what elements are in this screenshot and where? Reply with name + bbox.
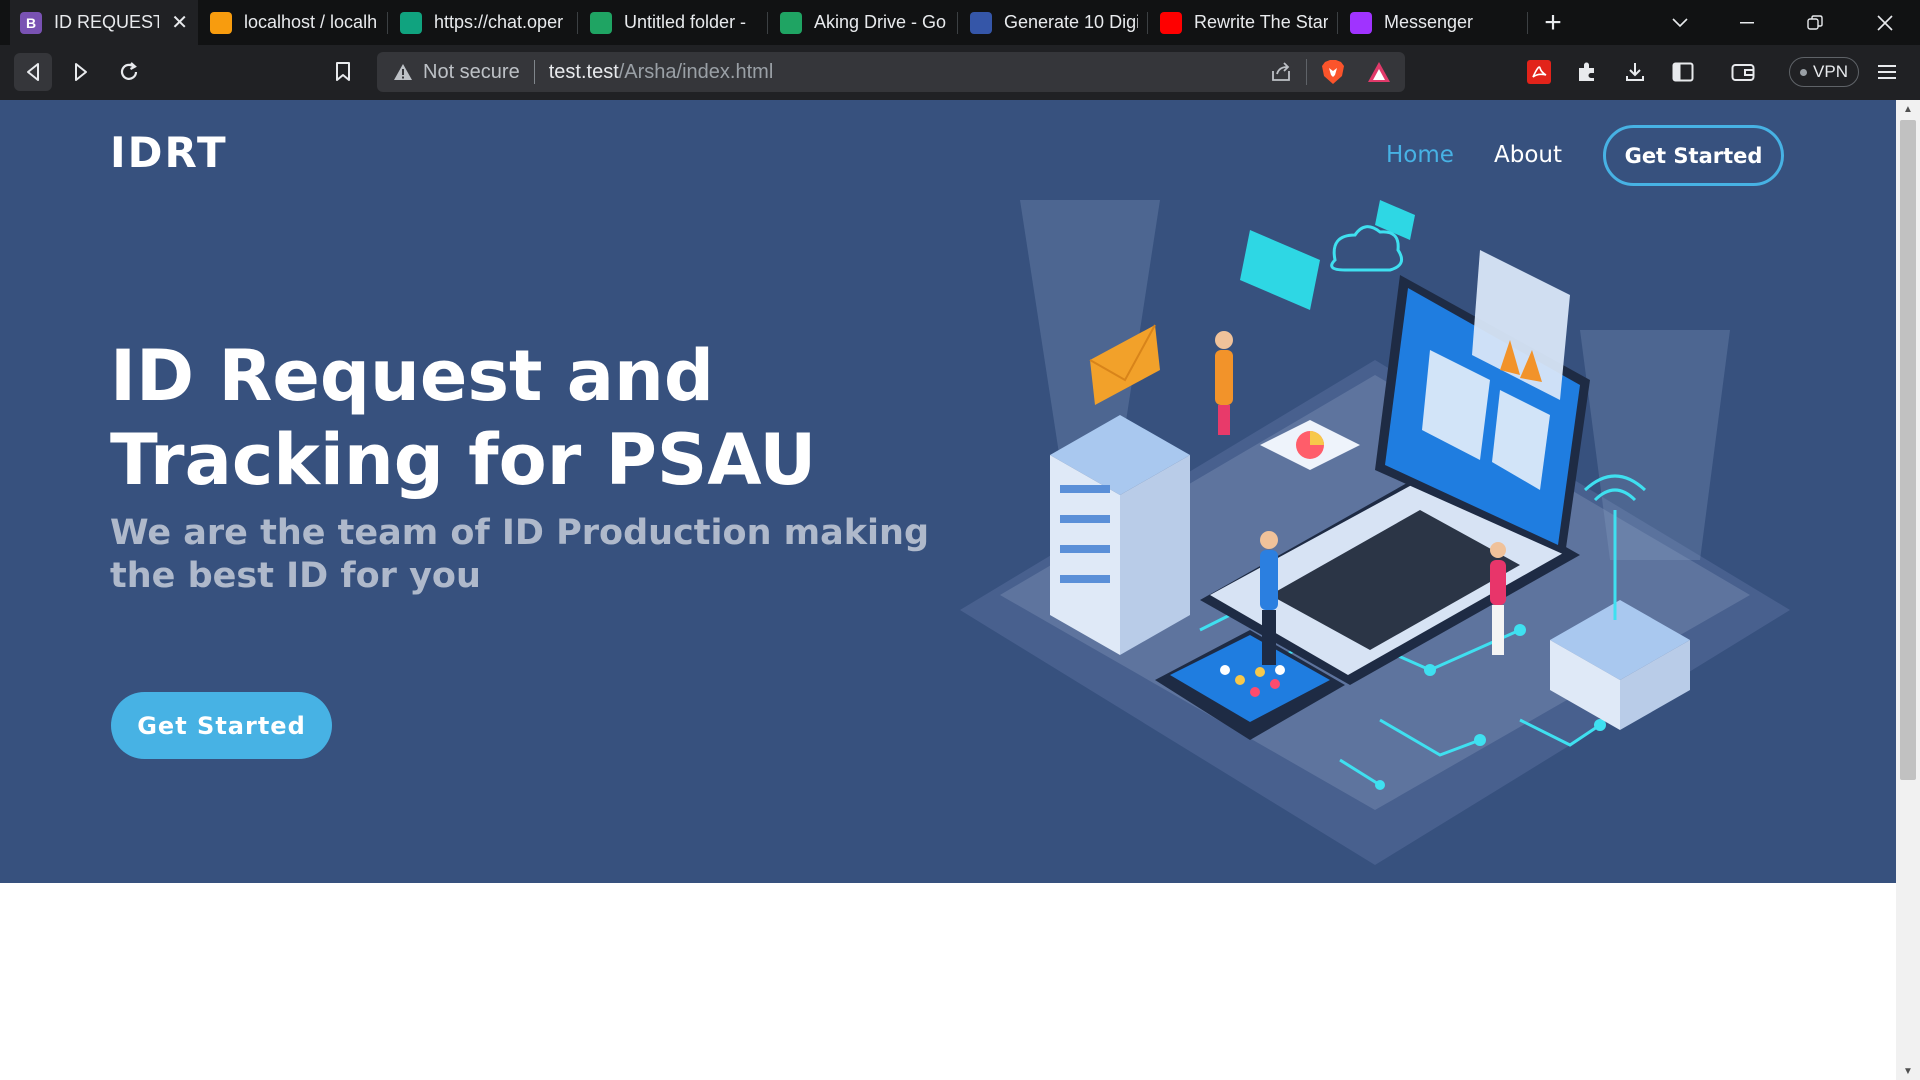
tab-separator bbox=[1337, 12, 1338, 34]
wallet-button[interactable] bbox=[1724, 53, 1762, 91]
hero-get-started-button[interactable]: Get Started bbox=[111, 692, 332, 759]
tab-favicon-icon bbox=[1350, 11, 1372, 34]
tab-favicon-icon bbox=[1160, 11, 1182, 34]
tab-strip: B ID REQUEST ✕ localhost / localh https://ch… bbox=[0, 0, 1920, 45]
browser-toolbar: Not secure test.test /Arsha/index.html V… bbox=[0, 45, 1920, 100]
close-icon bbox=[1877, 14, 1893, 31]
tab-separator bbox=[1147, 12, 1148, 34]
web-page: IDRT Home About Get Started ID Request a… bbox=[0, 100, 1896, 1080]
nav-link-home[interactable]: Home bbox=[1386, 142, 1454, 168]
browser-tab[interactable]: Messenger bbox=[1340, 0, 1528, 45]
tab-separator bbox=[577, 12, 578, 34]
nav-link-about[interactable]: About bbox=[1494, 142, 1562, 168]
hamburger-icon bbox=[1878, 65, 1896, 79]
menu-button[interactable] bbox=[1868, 53, 1906, 91]
hero-subtitle: We are the team of ID Production making … bbox=[110, 513, 929, 596]
scroll-thumb[interactable] bbox=[1900, 120, 1916, 780]
hero-title: ID Request and Tracking for PSAU bbox=[110, 335, 817, 501]
extensions-button[interactable] bbox=[1568, 53, 1606, 91]
minimize-icon bbox=[1740, 21, 1754, 23]
restore-icon bbox=[1807, 14, 1823, 30]
tab-favicon-icon bbox=[590, 11, 612, 34]
tab-search-button[interactable] bbox=[1655, 0, 1705, 45]
minimize-button[interactable] bbox=[1722, 0, 1772, 45]
sidebar-icon bbox=[1672, 62, 1694, 82]
tab-favicon-icon: B bbox=[20, 11, 42, 34]
tab-title: https://chat.oper bbox=[434, 12, 564, 32]
puzzle-icon bbox=[1579, 62, 1594, 81]
reload-icon bbox=[120, 62, 138, 80]
tab-title: Aking Drive - Go bbox=[814, 12, 947, 32]
tab-title: localhost / localh bbox=[244, 12, 378, 32]
page-scrollbar[interactable]: ▲ ▼ bbox=[1896, 100, 1920, 1080]
vpn-status-dot bbox=[1800, 68, 1808, 76]
scroll-down-arrow[interactable]: ▼ bbox=[1896, 1062, 1920, 1080]
hero-illustration bbox=[960, 200, 1790, 865]
download-icon bbox=[1626, 63, 1644, 81]
tab-favicon-icon bbox=[400, 11, 422, 34]
tab-favicon-icon bbox=[780, 11, 802, 34]
sidebar-button[interactable] bbox=[1664, 53, 1702, 91]
acrobat-icon bbox=[1527, 60, 1551, 84]
browser-tab[interactable]: Rewrite The Stars bbox=[1150, 0, 1338, 45]
bookmark-button[interactable] bbox=[324, 53, 362, 91]
tab-title: Untitled folder - bbox=[624, 12, 747, 32]
wallet-icon bbox=[1731, 64, 1755, 81]
brave-lion-icon bbox=[1322, 60, 1344, 84]
address-bar[interactable]: Not secure test.test /Arsha/index.html bbox=[377, 52, 1405, 92]
share-icon bbox=[1272, 62, 1290, 81]
brave-shields-button[interactable] bbox=[1321, 59, 1345, 85]
restore-button[interactable] bbox=[1790, 0, 1840, 45]
back-icon bbox=[27, 63, 39, 81]
browser-tab[interactable]: https://chat.oper bbox=[390, 0, 578, 45]
downloads-button[interactable] bbox=[1616, 53, 1654, 91]
close-window-button[interactable] bbox=[1860, 0, 1910, 45]
pdf-extension-button[interactable] bbox=[1520, 53, 1558, 91]
back-button[interactable] bbox=[14, 53, 52, 91]
reload-button[interactable] bbox=[110, 53, 148, 91]
server-rack-left bbox=[1050, 415, 1190, 655]
browser-tab[interactable]: B ID REQUEST ✕ bbox=[10, 0, 198, 45]
brave-rewards-button[interactable] bbox=[1367, 61, 1391, 83]
vpn-button[interactable]: VPN bbox=[1789, 57, 1859, 87]
rewards-triangle-icon bbox=[1368, 62, 1390, 82]
url-host[interactable]: test.test bbox=[549, 61, 619, 84]
tab-title: ID REQUEST bbox=[54, 12, 160, 32]
vpn-label: VPN bbox=[1813, 62, 1848, 81]
warning-icon[interactable] bbox=[393, 62, 413, 82]
tab-separator bbox=[957, 12, 958, 34]
hero-section: IDRT Home About Get Started ID Request a… bbox=[0, 100, 1896, 883]
tab-favicon-icon bbox=[210, 11, 232, 34]
address-divider-2 bbox=[1306, 59, 1307, 85]
tab-close-icon[interactable]: ✕ bbox=[159, 10, 188, 35]
light-beam-left bbox=[1020, 200, 1160, 460]
share-button[interactable] bbox=[1270, 61, 1292, 83]
security-label[interactable]: Not secure bbox=[423, 61, 520, 84]
browser-chrome: B ID REQUEST ✕ localhost / localh https://ch… bbox=[0, 0, 1920, 100]
url-path[interactable]: /Arsha/index.html bbox=[619, 61, 774, 84]
browser-tab[interactable]: localhost / localh bbox=[200, 0, 388, 45]
tab-favicon-icon bbox=[970, 11, 992, 34]
tab-separator bbox=[387, 12, 388, 34]
forward-button[interactable] bbox=[62, 53, 100, 91]
tab-separator bbox=[1527, 12, 1528, 34]
site-logo[interactable]: IDRT bbox=[110, 128, 228, 177]
tab-title: Rewrite The Stars bbox=[1194, 12, 1328, 32]
new-tab-button[interactable]: + bbox=[1538, 0, 1568, 45]
tab-separator bbox=[767, 12, 768, 34]
forward-icon bbox=[75, 63, 87, 81]
browser-tab[interactable]: Generate 10 Digi bbox=[960, 0, 1148, 45]
address-divider bbox=[533, 60, 535, 84]
scroll-up-arrow[interactable]: ▲ bbox=[1896, 100, 1920, 118]
bookmark-icon bbox=[336, 62, 350, 81]
browser-tab[interactable]: Untitled folder - bbox=[580, 0, 768, 45]
chevron-down-icon bbox=[1672, 17, 1688, 27]
tab-title: Generate 10 Digi bbox=[1004, 12, 1138, 32]
tab-title: Messenger bbox=[1384, 12, 1474, 32]
browser-tab[interactable]: Aking Drive - Go bbox=[770, 0, 958, 45]
nav-get-started-button[interactable]: Get Started bbox=[1603, 125, 1784, 186]
